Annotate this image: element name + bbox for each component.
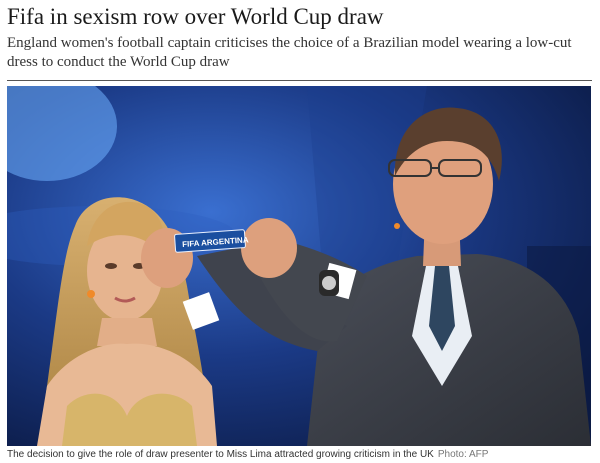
photo-caption: The decision to give the role of draw pr… [7,448,595,461]
article-standfirst: England women's football captain critici… [7,35,572,70]
article-photo: FIFA ARGENTINA [7,86,591,446]
photo-illustration: FIFA ARGENTINA [7,86,591,446]
photo-credit: Photo: AFP [437,449,489,460]
caption-text: The decision to give the role of draw pr… [7,449,434,460]
divider-rule [7,80,592,81]
article-headline: Fifa in sexism row over World Cup draw [7,4,384,29]
